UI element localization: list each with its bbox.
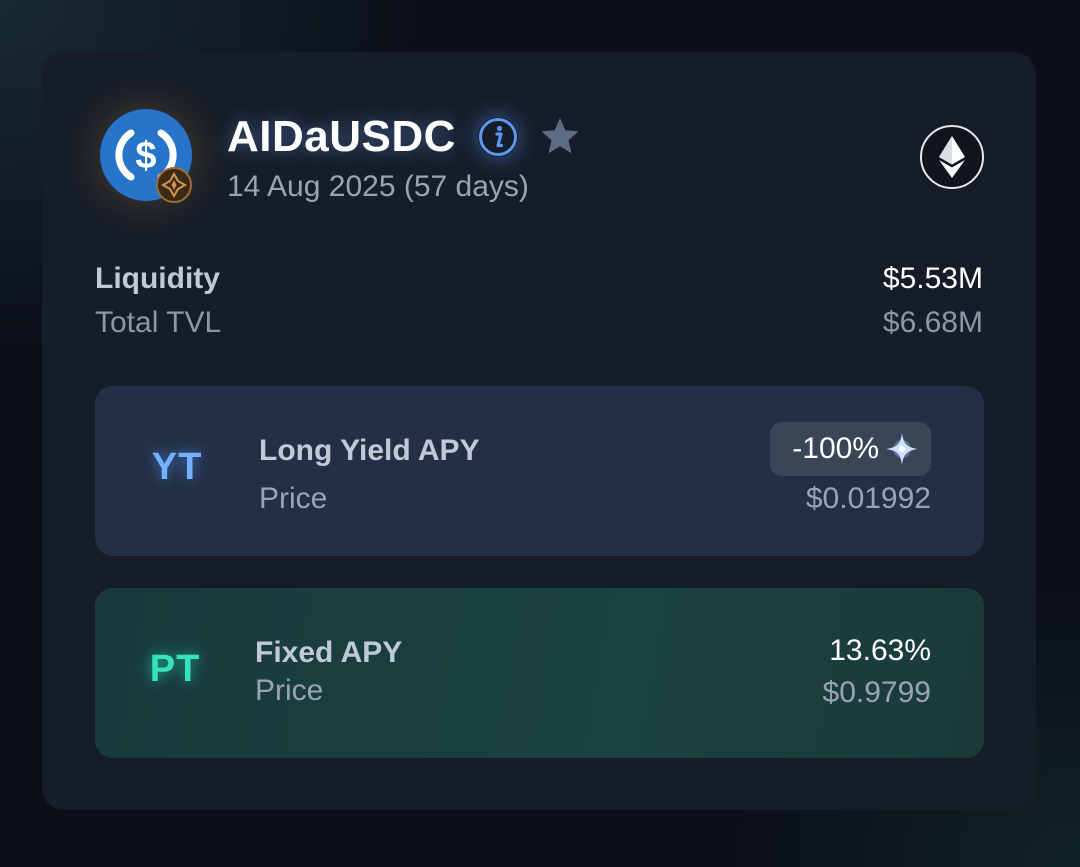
pool-header: AIDaUSDC (227, 110, 582, 164)
pt-apy-value: 13.63% (829, 634, 931, 667)
pool-name: AIDaUSDC (227, 112, 456, 161)
yt-apy-value: -100% (792, 432, 879, 465)
liquidity-label: Liquidity (95, 262, 220, 295)
yt-tag: YT (151, 446, 203, 488)
yt-market-card[interactable]: YT Long Yield APY Price -100% $0.01992 (95, 386, 984, 556)
info-icon[interactable] (478, 117, 518, 157)
tvl-value: $6.68M (882, 306, 983, 339)
pt-price-value: $0.9799 (822, 676, 931, 709)
favorite-star-icon[interactable] (538, 115, 582, 159)
yt-price-label: Price (259, 482, 328, 515)
yt-apy-label: Long Yield APY (259, 434, 480, 467)
pt-market-card[interactable]: PT Fixed APY Price 13.63% $0.9799 (95, 588, 984, 758)
svg-text:$: $ (135, 135, 156, 177)
ethereum-icon[interactable] (920, 125, 984, 189)
pt-apy-label: Fixed APY (255, 636, 403, 669)
pt-tag: PT (149, 648, 201, 690)
yt-price-value: $0.01992 (805, 482, 931, 515)
token-logo: $ (100, 109, 192, 203)
yt-apy-badge: -100% (770, 422, 931, 476)
tvl-label: Total TVL (95, 306, 222, 339)
sparkle-icon (885, 432, 919, 466)
pool-card[interactable]: $ AIDaUSDC 14 Aug 2025 (57 days) Liquidi… (42, 52, 1036, 810)
maturity-date: 14 Aug 2025 (57 days) (227, 170, 529, 203)
liquidity-value: $5.53M (882, 262, 983, 295)
pt-price-label: Price (255, 674, 324, 707)
protocol-badge-icon (156, 167, 192, 203)
